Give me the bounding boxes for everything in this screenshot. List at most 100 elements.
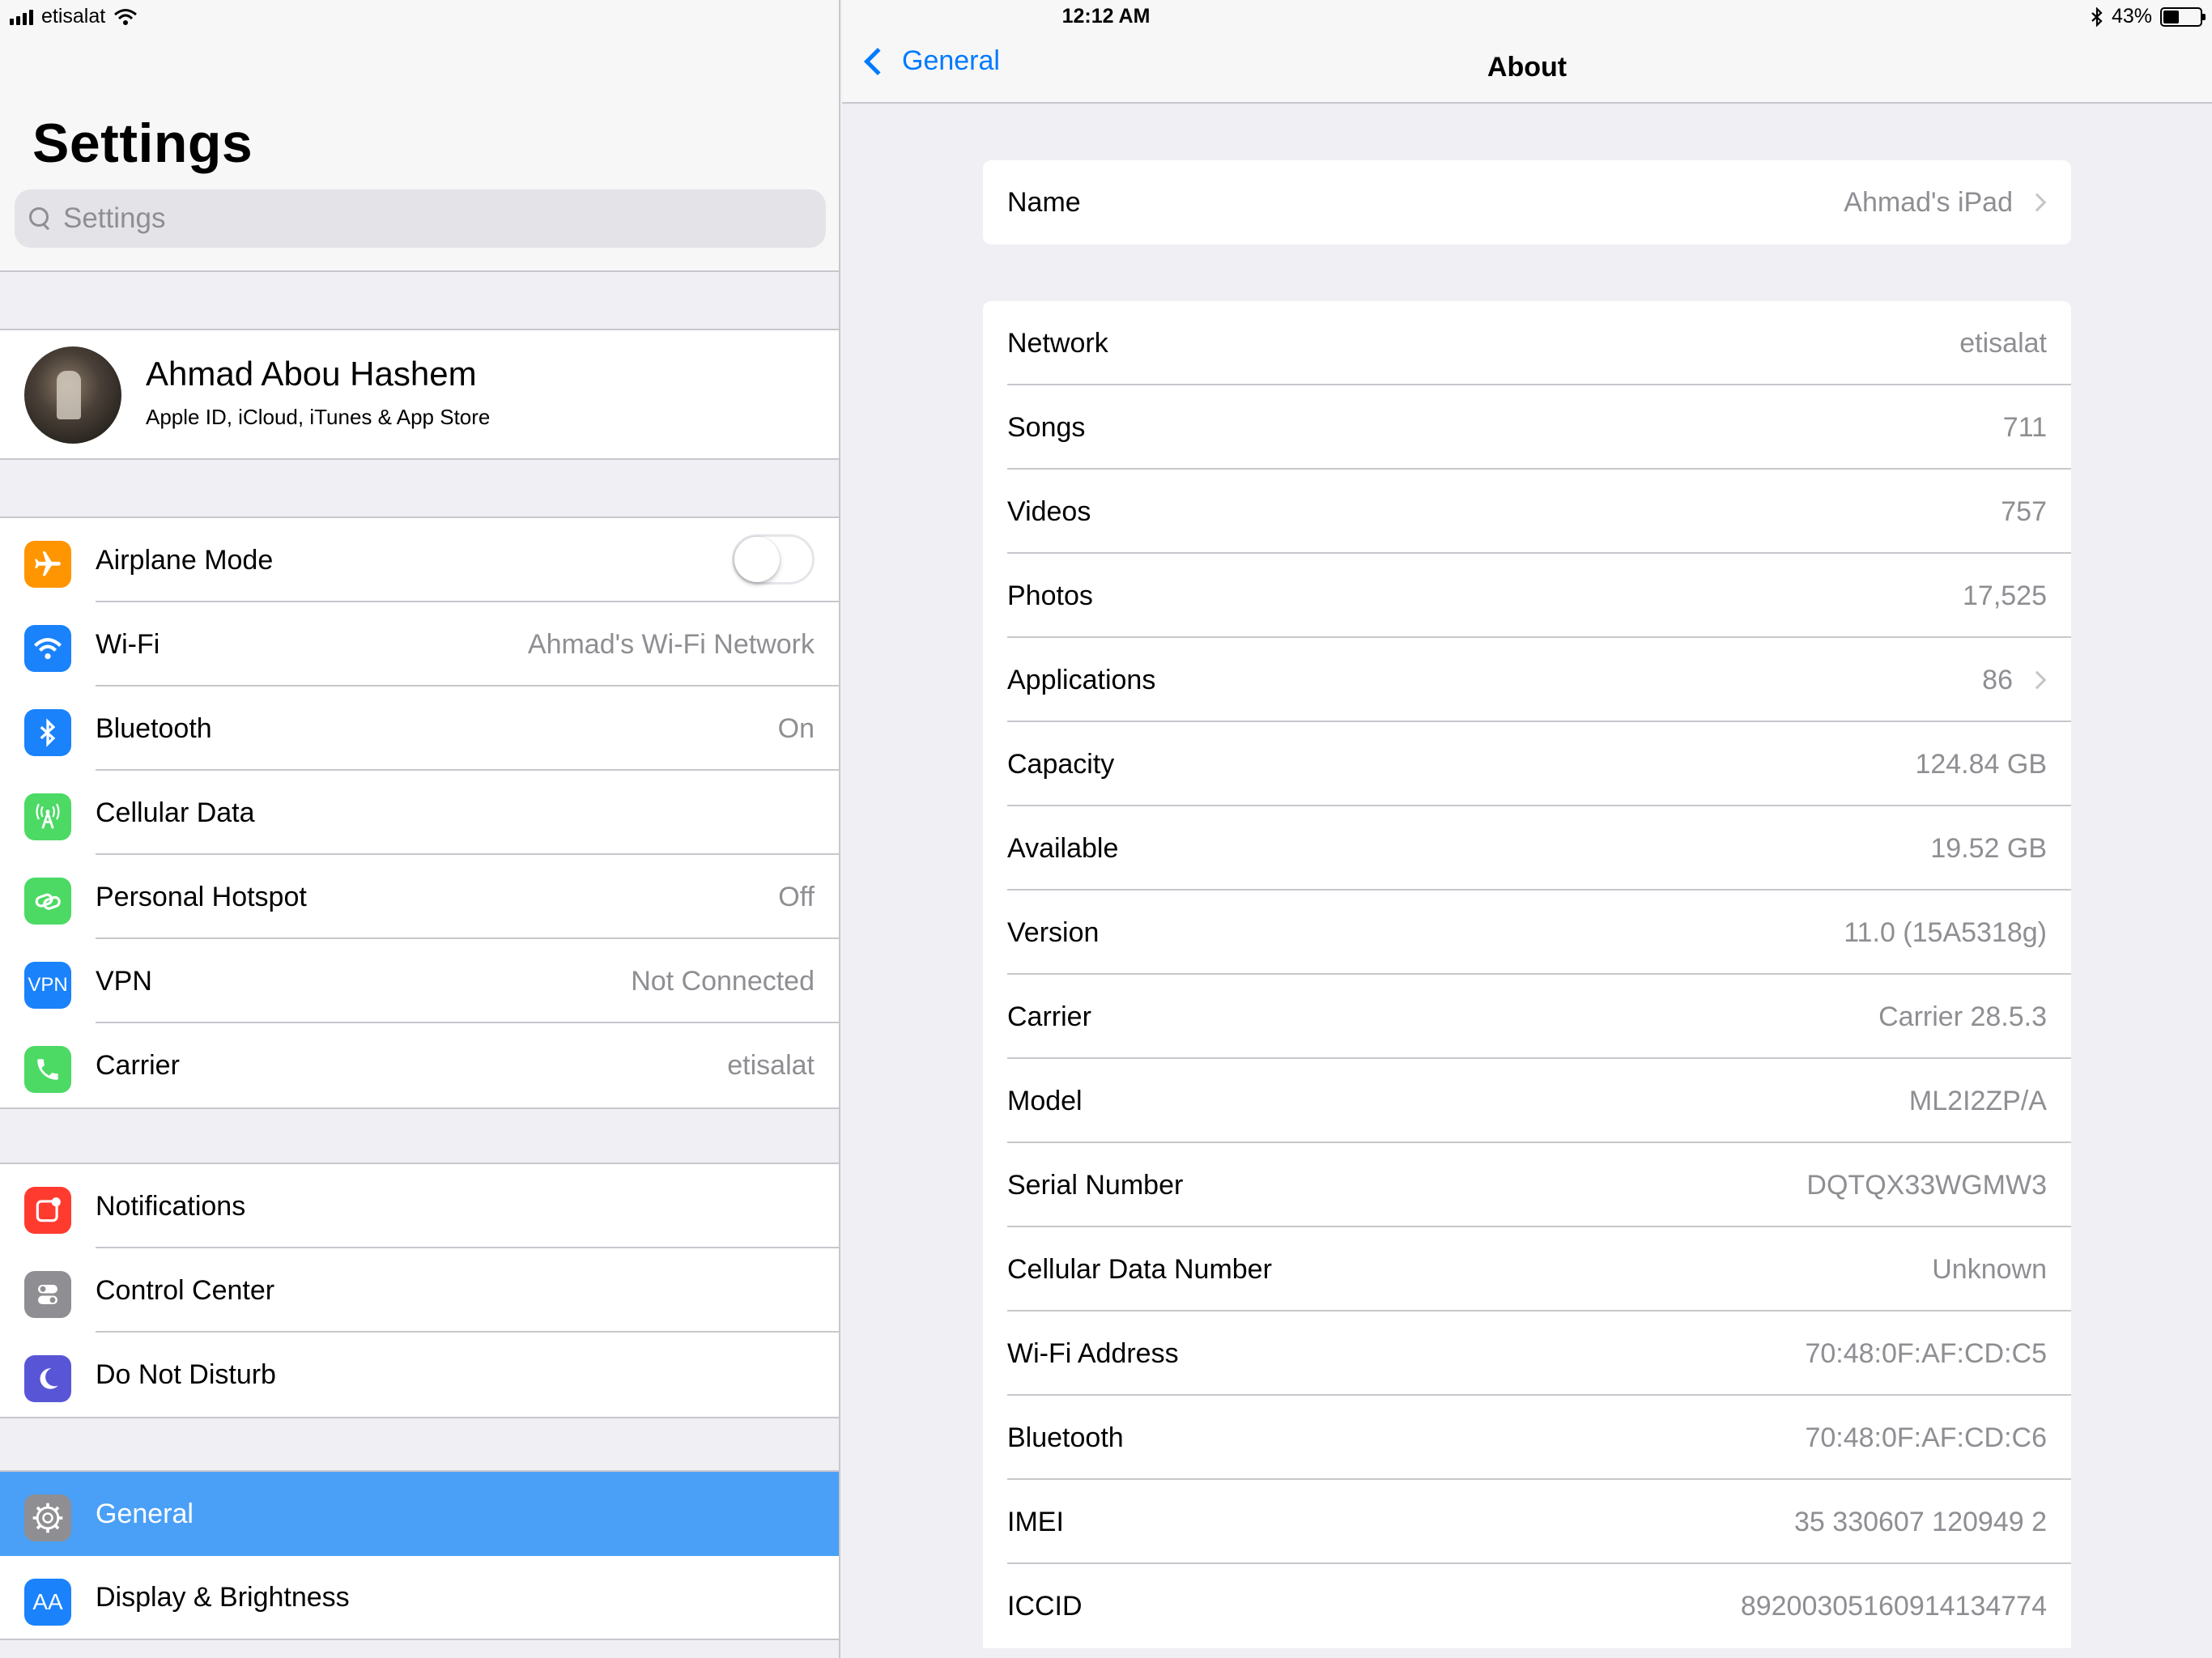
- sidebar-item-label: Bluetooth: [96, 712, 212, 744]
- cellular-antenna-icon: [24, 793, 71, 840]
- row-value: 124.84 GB: [1915, 748, 2047, 780]
- about-row-model: Model ML2I2ZP/A: [983, 1059, 2071, 1143]
- bluetooth-icon: [24, 709, 71, 756]
- bluetooth-status-icon: [2091, 6, 2103, 27]
- sidebar-item-general[interactable]: General: [0, 1472, 839, 1556]
- sidebar-item-bluetooth[interactable]: Bluetooth On: [0, 687, 839, 771]
- phone-icon: [24, 1046, 71, 1093]
- about-row-imei: IMEI 35 330607 120949 2: [983, 1480, 2071, 1564]
- page-title: Settings: [32, 113, 253, 174]
- sidebar-header: Settings: [0, 0, 839, 272]
- sidebar-item-label: Personal Hotspot: [96, 881, 307, 912]
- about-row-bluetooth: Bluetooth 70:48:0F:AF:CD:C6: [983, 1396, 2071, 1480]
- row-value: 11.0 (15A5318g): [1844, 916, 2047, 948]
- row-value: 17,525: [1963, 580, 2047, 611]
- control-center-icon: [24, 1271, 71, 1318]
- vpn-icon: VPN: [24, 962, 71, 1009]
- row-value: ML2I2ZP/A: [1908, 1085, 2047, 1116]
- row-value: 711: [2002, 411, 2047, 443]
- row-value: Unknown: [1932, 1253, 2047, 1285]
- wifi-icon: [24, 625, 71, 672]
- about-row-photos: Photos 17,525: [983, 554, 2071, 638]
- wifi-network-value: Ahmad's Wi-Fi Network: [527, 628, 815, 660]
- bluetooth-status-value: On: [777, 712, 815, 744]
- row-label: Network: [1007, 327, 1108, 359]
- about-row-version: Version 11.0 (15A5318g): [983, 891, 2071, 975]
- notifications-icon: [24, 1187, 71, 1234]
- row-label: Wi-Fi Address: [1007, 1337, 1179, 1369]
- sidebar-item-label: Airplane Mode: [96, 544, 274, 576]
- status-time: 12:12 AM: [1061, 5, 1151, 28]
- row-label: Model: [1007, 1085, 1083, 1116]
- row-value: Carrier 28.5.3: [1878, 1001, 2047, 1032]
- sidebar-item-wifi[interactable]: Wi-Fi Ahmad's Wi-Fi Network: [0, 602, 839, 687]
- hotspot-chain-icon: [24, 878, 71, 925]
- sidebar-item-airplane-mode[interactable]: Airplane Mode: [0, 518, 839, 602]
- profile-name: Ahmad Abou Hashem: [146, 355, 477, 393]
- row-label: Version: [1007, 916, 1100, 948]
- display-aa-icon: AA: [24, 1579, 71, 1626]
- name-row[interactable]: Name Ahmad's iPad: [983, 160, 2071, 244]
- sidebar-item-label: Do Not Disturb: [96, 1358, 276, 1390]
- row-label: Cellular Data Number: [1007, 1253, 1272, 1285]
- sidebar-item-display-brightness[interactable]: AA Display & Brightness: [0, 1556, 839, 1640]
- sidebar-item-carrier[interactable]: Carrier etisalat: [0, 1023, 839, 1107]
- settings-sidebar: Settings Ahmad Abou Hashem Apple ID, iCl…: [0, 0, 840, 1658]
- display-icon-text: AA: [32, 1589, 63, 1614]
- search-icon: [29, 207, 52, 230]
- about-row-cellular-data-number: Cellular Data Number Unknown: [983, 1227, 2071, 1312]
- avatar: [24, 346, 121, 444]
- row-value: 70:48:0F:AF:CD:C5: [1805, 1337, 2047, 1369]
- about-row-songs: Songs 711: [983, 385, 2071, 470]
- sidebar-item-do-not-disturb[interactable]: Do Not Disturb: [0, 1333, 839, 1417]
- row-value: etisalat: [1959, 327, 2047, 359]
- row-label: Capacity: [1007, 748, 1115, 780]
- about-row-videos: Videos 757: [983, 470, 2071, 554]
- about-row-wi-fi-address: Wi-Fi Address 70:48:0F:AF:CD:C5: [983, 1312, 2071, 1396]
- row-label: Videos: [1007, 495, 1091, 527]
- about-row-network: Network etisalat: [983, 301, 2071, 385]
- about-row-applications[interactable]: Applications 86: [983, 638, 2071, 722]
- sidebar-item-label: Notifications: [96, 1190, 246, 1222]
- airplane-mode-toggle[interactable]: [732, 534, 815, 585]
- row-label: Serial Number: [1007, 1169, 1184, 1201]
- about-row-capacity: Capacity 124.84 GB: [983, 722, 2071, 806]
- sidebar-item-control-center[interactable]: Control Center: [0, 1248, 839, 1333]
- apple-id-profile[interactable]: Ahmad Abou Hashem Apple ID, iCloud, iTun…: [0, 329, 839, 460]
- connectivity-group: Airplane Mode Wi-Fi Ahmad's Wi-Fi Networ…: [0, 517, 839, 1109]
- vpn-icon-text: VPN: [28, 974, 68, 996]
- sidebar-item-label: Carrier: [96, 1049, 180, 1081]
- sidebar-item-personal-hotspot[interactable]: Personal Hotspot Off: [0, 855, 839, 939]
- row-label: Songs: [1007, 411, 1086, 443]
- row-label: Bluetooth: [1007, 1422, 1124, 1453]
- row-label: Carrier: [1007, 1001, 1091, 1032]
- profile-subtitle: Apple ID, iCloud, iTunes & App Store: [146, 405, 491, 429]
- row-value: DQTQX33WGMW3: [1806, 1169, 2047, 1201]
- gear-icon: [24, 1494, 71, 1541]
- carrier-value: etisalat: [727, 1049, 815, 1081]
- sidebar-item-label: Display & Brightness: [96, 1581, 350, 1613]
- hotspot-status-value: Off: [778, 881, 815, 912]
- battery-icon: [2160, 6, 2206, 27]
- notifications-group: Notifications Control Center Do Not Dist…: [0, 1163, 839, 1418]
- sidebar-item-vpn[interactable]: VPN VPN Not Connected: [0, 939, 839, 1023]
- chevron-right-icon: [2027, 193, 2047, 212]
- about-row-available: Available 19.52 GB: [983, 806, 2071, 891]
- chevron-right-icon: [2027, 670, 2047, 690]
- search-bar[interactable]: [15, 189, 826, 248]
- sidebar-item-label: Cellular Data: [96, 797, 255, 828]
- battery-percent: 43%: [2111, 5, 2152, 28]
- sidebar-item-label: Control Center: [96, 1274, 275, 1306]
- name-card: Name Ahmad's iPad: [983, 160, 2071, 244]
- about-row-iccid: ICCID 89200305160914134774: [983, 1564, 2071, 1648]
- nav-title: About: [1487, 52, 1568, 83]
- general-group: General AA Display & Brightness: [0, 1470, 839, 1640]
- search-input[interactable]: [63, 202, 792, 235]
- sidebar-item-label: VPN: [96, 965, 152, 997]
- row-label: Name: [1007, 186, 1081, 218]
- sidebar-item-cellular-data[interactable]: Cellular Data: [0, 771, 839, 855]
- row-value: 757: [2001, 495, 2047, 527]
- row-value: 86: [1982, 664, 2013, 695]
- sidebar-item-notifications[interactable]: Notifications: [0, 1164, 839, 1248]
- status-right: 43%: [2091, 5, 2206, 28]
